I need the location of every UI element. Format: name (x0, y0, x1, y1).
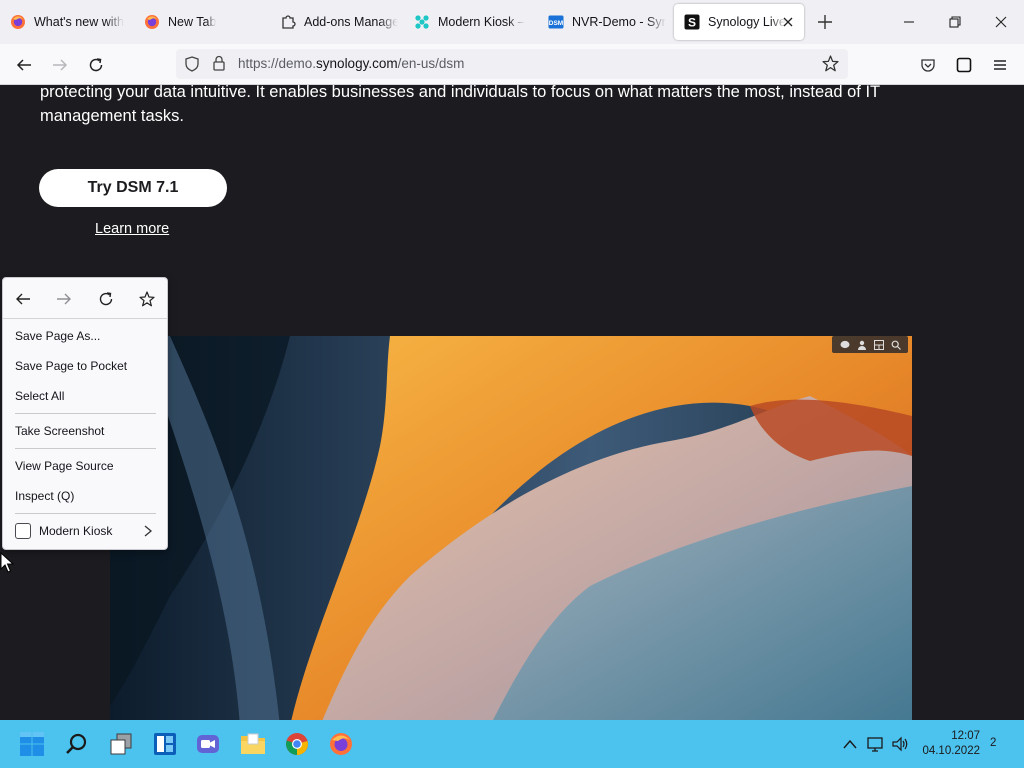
volume-icon[interactable] (892, 735, 910, 753)
reload-button[interactable] (83, 52, 109, 78)
mouse-pointer-icon (0, 551, 15, 574)
arrow-right-icon (53, 59, 68, 71)
widgets-icon (873, 339, 884, 350)
tab-strip: What's new with New Tab Add-ons Manage M… (0, 0, 1024, 44)
tab-title: Add-ons Manage (304, 15, 398, 29)
svg-text:DSM: DSM (549, 20, 563, 27)
menu-separator (15, 413, 156, 414)
new-tab-button[interactable] (814, 11, 836, 33)
context-menu: Save Page As... Save Page to Pocket Sele… (2, 277, 168, 550)
chevron-up-icon[interactable] (841, 735, 859, 753)
menu-item-modern-kiosk[interactable]: Modern Kiosk (39, 521, 112, 541)
plus-icon (818, 15, 832, 29)
dsm-icon: DSM (548, 14, 564, 30)
hero-wallpaper-image (110, 336, 912, 720)
back-arrow-icon[interactable] (13, 289, 33, 309)
chat-icon (839, 339, 850, 350)
tab-new-tab[interactable]: New Tab (134, 4, 262, 40)
intro-paragraph: protecting your data intuitive. It enabl… (40, 85, 940, 128)
forward-button[interactable] (47, 52, 73, 78)
arrow-left-icon (16, 59, 31, 71)
tab-modern-kiosk[interactable]: Modern Kiosk – (404, 4, 532, 40)
taskbar: 12:07 04.10.2022 2 (0, 720, 1024, 768)
svg-text:S: S (688, 16, 696, 30)
forward-arrow-icon[interactable] (54, 289, 74, 309)
tab-synology-live[interactable]: S Synology Live (674, 4, 804, 40)
tab-title: NVR-Demo - Syn (572, 15, 666, 29)
restore-button[interactable] (932, 0, 978, 44)
widgets-icon[interactable] (150, 729, 180, 759)
address-bar[interactable]: https://demo.synology.com/en-us/dsm (176, 49, 848, 79)
menu-item-view-page-source[interactable]: View Page Source (15, 456, 165, 476)
reload-icon[interactable] (96, 289, 116, 309)
restore-icon (949, 16, 961, 28)
menu-separator (15, 448, 156, 449)
tab-nvr-demo[interactable]: DSM NVR-Demo - Syn (538, 4, 666, 40)
pocket-icon (921, 59, 935, 72)
notification-count-badge[interactable]: 2 (990, 737, 996, 749)
file-explorer-icon[interactable] (238, 729, 268, 759)
close-icon (995, 16, 1007, 28)
menu-item-take-screenshot[interactable]: Take Screenshot (15, 421, 165, 441)
try-dsm-button[interactable]: Try DSM 7.1 (39, 169, 227, 207)
url-path: /en-us/dsm (397, 56, 465, 71)
chevron-right-icon (141, 524, 155, 538)
network-icon[interactable] (867, 735, 885, 753)
search-icon[interactable] (62, 729, 92, 759)
task-view-icon[interactable] (106, 729, 136, 759)
firefox-icon (144, 14, 160, 30)
tab-title: New Tab (168, 15, 217, 29)
bookmark-star-icon[interactable] (137, 289, 157, 309)
tab-title: Modern Kiosk – (438, 15, 525, 29)
intro-line-2: management tasks. (40, 107, 184, 125)
close-window-button[interactable] (978, 0, 1024, 44)
search-icon (890, 339, 901, 350)
extensions-button[interactable] (951, 52, 977, 78)
synology-s-icon: S (684, 14, 700, 30)
pocket-button[interactable] (915, 52, 941, 78)
firefox-icon (10, 14, 26, 30)
url-text[interactable]: https://demo.synology.com/en-us/dsm (238, 56, 464, 71)
context-menu-nav-row (3, 278, 167, 319)
menu-separator (15, 513, 156, 514)
square-icon (956, 57, 972, 73)
teams-chat-icon[interactable] (193, 729, 223, 759)
navigation-toolbar: https://demo.synology.com/en-us/dsm (0, 44, 1024, 85)
windows-start-icon[interactable] (17, 729, 47, 759)
url-prefix: https://demo. (238, 56, 317, 71)
tab-title: Synology Live (708, 15, 786, 29)
clock-date: 04.10.2022 (922, 745, 980, 757)
menu-item-inspect[interactable]: Inspect (Q) (15, 486, 165, 506)
tab-addons-manager[interactable]: Add-ons Manage (270, 4, 398, 40)
puzzle-piece-icon (280, 14, 296, 30)
minimize-button[interactable] (886, 0, 932, 44)
reload-icon (89, 58, 103, 72)
menu-item-save-page-as[interactable]: Save Page As... (15, 326, 165, 346)
user-icon (856, 339, 867, 350)
close-tab-icon[interactable] (780, 14, 796, 30)
url-domain: synology.com (316, 56, 398, 71)
learn-more-link[interactable]: Learn more (95, 221, 169, 237)
menu-item-select-all[interactable]: Select All (15, 386, 165, 406)
intro-line-1: protecting your data intuitive. It enabl… (40, 85, 881, 101)
system-clock[interactable]: 12:07 04.10.2022 (918, 729, 980, 759)
modern-kiosk-checkbox[interactable] (15, 523, 31, 539)
kiosk-icon (414, 14, 430, 30)
back-button[interactable] (11, 52, 37, 78)
lock-icon[interactable] (212, 55, 226, 76)
tab-title: What's new with (34, 15, 124, 29)
chrome-icon[interactable] (282, 729, 312, 759)
shield-icon[interactable] (184, 56, 200, 77)
app-menu-button[interactable] (987, 52, 1013, 78)
minimize-icon (904, 21, 914, 23)
hamburger-menu-icon (994, 60, 1006, 70)
tab-whats-new[interactable]: What's new with (0, 4, 128, 40)
clock-time: 12:07 (951, 730, 980, 742)
bookmark-star-icon[interactable] (822, 55, 839, 77)
firefox-icon[interactable] (326, 729, 356, 759)
hero-toolbar (832, 336, 908, 353)
menu-item-save-to-pocket[interactable]: Save Page to Pocket (15, 356, 165, 376)
